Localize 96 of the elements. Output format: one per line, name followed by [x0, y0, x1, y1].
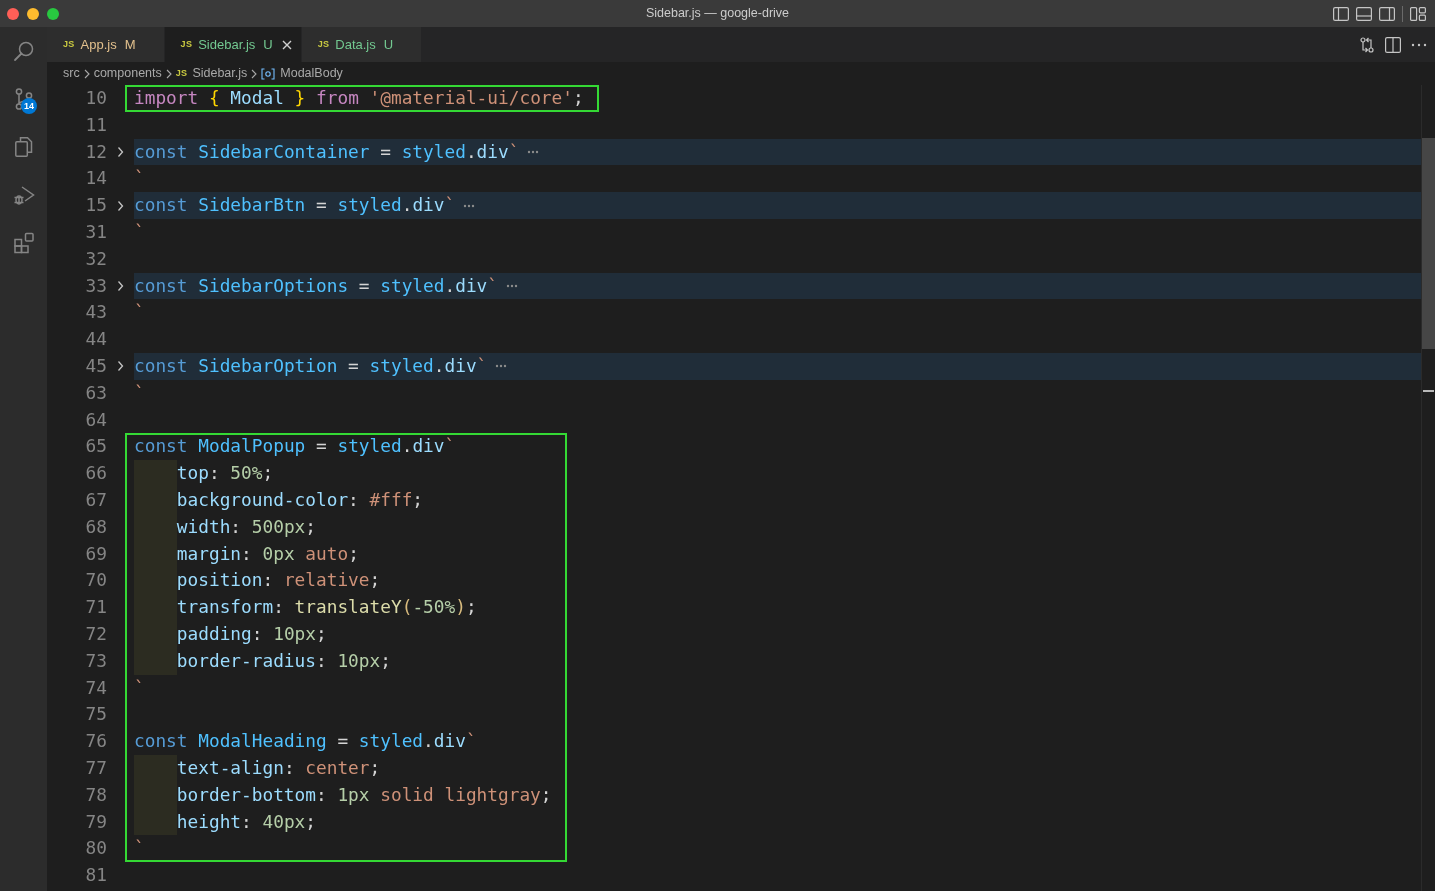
fold-chevron-icon[interactable] [117, 279, 124, 292]
left-panel-layout-icon[interactable] [1333, 6, 1349, 21]
line-number: 31 [84, 220, 107, 244]
code-line: ` [134, 220, 145, 244]
file-type-icon: JS [175, 66, 188, 81]
code-line: position: relative; [176, 568, 381, 593]
code-line: ` [134, 380, 145, 405]
file-type-icon: JS [180, 37, 193, 52]
line-number: 11 [84, 112, 107, 137]
fold-chevron-icon[interactable] [117, 146, 124, 158]
git-compare-icon[interactable] [1359, 36, 1375, 53]
code-line: import { Modal } from '@material-ui/core'; [134, 86, 584, 110]
line-number: 69 [84, 541, 107, 566]
line-number: 79 [84, 809, 107, 834]
search-icon[interactable] [11, 39, 36, 63]
code-line: const SidebarOption = styled.div` [134, 353, 488, 378]
code-line: const SidebarOptions = styled.div` [134, 273, 499, 298]
line-number: 75 [84, 702, 107, 727]
code-line: height: 40px; [176, 809, 316, 834]
line-number: 33 [84, 273, 107, 298]
code-line: width: 500px; [176, 514, 316, 539]
code-line: background-color: #fff; [176, 487, 424, 512]
line-number: 32 [84, 246, 107, 271]
bottom-panel-layout-icon[interactable] [1356, 6, 1372, 21]
code-line: border-bottom: 1px solid lightgray; [176, 782, 552, 807]
right-panel-layout-icon[interactable] [1379, 6, 1395, 21]
window-close-icon[interactable] [7, 7, 19, 20]
window-title: Sidebar.js — google-drive [645, 5, 790, 23]
chevron-right-icon [83, 68, 90, 79]
line-number: 70 [84, 568, 107, 593]
extension-blocks-icon[interactable] [11, 231, 36, 255]
line-number: 45 [84, 353, 107, 378]
line-number: 68 [84, 514, 107, 539]
line-number: 15 [84, 193, 107, 218]
line-number: 44 [84, 327, 107, 352]
line-number: 63 [84, 380, 107, 405]
file-type-icon: JS [317, 37, 330, 52]
count-badge: 14 [21, 98, 37, 114]
line-number: 67 [84, 487, 107, 512]
breadcrumb-item[interactable]: src [63, 64, 80, 83]
line-number: 74 [84, 675, 107, 700]
line-number: 66 [84, 461, 107, 486]
line-number: 43 [84, 300, 107, 325]
code-line: padding: 10px; [176, 621, 327, 646]
line-number: 10 [84, 86, 107, 110]
line-number: 81 [84, 863, 107, 888]
fold-chevron-icon[interactable] [117, 360, 124, 373]
scrollbar-thumb[interactable] [1422, 138, 1435, 349]
line-number: 73 [84, 648, 107, 673]
cursor-position-marker [1423, 390, 1434, 392]
git-status-indicator: U [383, 35, 394, 54]
layout-grid-icon[interactable] [1410, 6, 1426, 21]
line-number: 76 [84, 729, 107, 754]
git-status-indicator: U [263, 35, 273, 54]
code-line: top: 50%; [176, 461, 274, 486]
line-number: 64 [84, 407, 107, 432]
fold-chevron-icon[interactable] [117, 199, 124, 212]
code-line: text-align: center; [176, 755, 381, 780]
editor-tab[interactable]: JS Data.js U [301, 27, 423, 62]
code-line: const SidebarBtn = styled.div` [134, 193, 456, 218]
window-zoom-icon[interactable] [47, 7, 59, 20]
editor-tab[interactable]: JS Sidebar.js U [164, 27, 302, 62]
code-line: const SidebarContainer = styled.div` [134, 139, 520, 164]
line-number: 72 [84, 621, 107, 646]
folded-ellipsis-icon[interactable] [506, 283, 519, 288]
breadcrumb-item[interactable]: ModalBody [261, 64, 343, 83]
folded-ellipsis-icon[interactable] [495, 364, 508, 369]
chevron-right-icon [165, 68, 172, 79]
line-number: 80 [84, 836, 107, 861]
code-line: ` [134, 300, 145, 325]
line-number: 12 [84, 139, 107, 164]
line-number: 65 [84, 434, 107, 459]
git-status-indicator: M [124, 35, 136, 54]
breadcrumb-item[interactable]: JS Sidebar.js [175, 64, 248, 83]
folded-ellipsis-icon[interactable] [463, 203, 476, 208]
line-number: 78 [84, 782, 107, 807]
line-number: 77 [84, 755, 107, 780]
line-number: 14 [84, 166, 107, 191]
folded-ellipsis-icon[interactable] [527, 150, 540, 154]
code-line: margin: 0px auto; [176, 541, 359, 566]
breadcrumb-item[interactable]: components [93, 64, 162, 83]
code-line: const ModalPopup = styled.div` [134, 434, 456, 459]
code-line: const ModalHeading = styled.div` [134, 729, 477, 754]
symbol-icon [261, 67, 276, 80]
window-minimize-icon[interactable] [27, 7, 39, 20]
code-line: transform: translateY(-50%); [176, 595, 477, 620]
chevron-right-icon [251, 68, 258, 79]
close-icon[interactable] [281, 39, 292, 50]
split-editor-icon[interactable] [1385, 36, 1401, 53]
code-line: ` [134, 675, 145, 700]
editor-tab[interactable]: JS App.js M [47, 27, 165, 62]
code-line: ` [134, 166, 145, 191]
line-number: 71 [84, 595, 107, 620]
code-line: ` [134, 836, 145, 861]
code-line: border-radius: 10px; [176, 648, 391, 673]
file-type-icon: JS [63, 37, 75, 52]
